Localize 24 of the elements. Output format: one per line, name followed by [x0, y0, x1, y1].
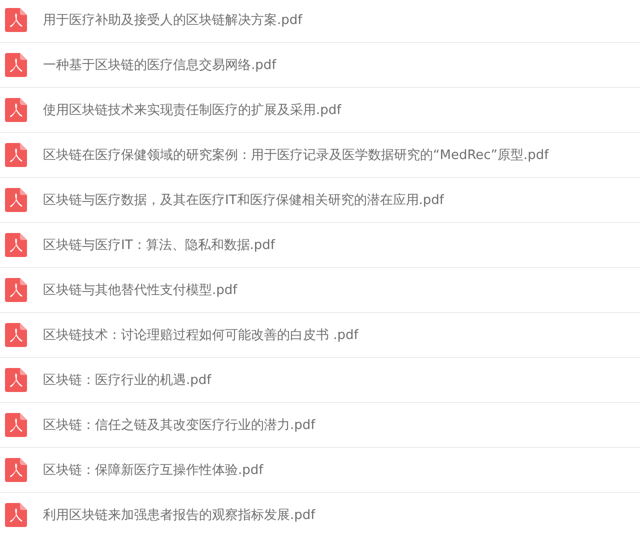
pdf-file-icon — [5, 98, 27, 122]
pdf-file-icon — [5, 53, 27, 77]
file-name[interactable]: 使用区块链技术来实现责任制医疗的扩展及采用.pdf — [43, 101, 342, 119]
file-name[interactable]: 利用区块链来加强患者报告的观察指标发展.pdf — [43, 506, 316, 524]
pdf-file-icon — [5, 188, 27, 212]
pdf-file-icon — [5, 413, 27, 437]
file-name[interactable]: 一种基于区块链的医疗信息交易网络.pdf — [43, 56, 276, 74]
file-name[interactable]: 区块链与医疗数据，及其在医疗IT和医疗保健相关研究的潜在应用.pdf — [43, 191, 444, 209]
pdf-file-icon — [5, 458, 27, 482]
file-name[interactable]: 区块链：信任之链及其改变医疗行业的潜力.pdf — [43, 416, 316, 434]
file-name[interactable]: 用于医疗补助及接受人的区块链解决方案.pdf — [43, 11, 302, 29]
file-name[interactable]: 区块链在医疗保健领域的研究案例：用于医疗记录及医学数据研究的“MedRec”原型.pdf — [43, 146, 549, 164]
file-name[interactable]: 区块链与医疗IT：算法、隐私和数据.pdf — [43, 236, 275, 254]
pdf-file-icon — [5, 8, 27, 32]
pdf-file-icon — [5, 233, 27, 257]
pdf-file-icon — [5, 503, 27, 527]
file-name[interactable]: 区块链：保障新医疗互操作性体验.pdf — [43, 461, 264, 479]
pdf-file-icon — [5, 323, 27, 347]
pdf-file-icon — [5, 278, 27, 302]
file-name[interactable]: 区块链与其他替代性支付模型.pdf — [43, 281, 238, 299]
pdf-file-icon — [5, 143, 27, 167]
pdf-file-icon — [5, 368, 27, 392]
file-name[interactable]: 区块链：医疗行业的机遇.pdf — [43, 371, 212, 389]
file-name[interactable]: 区块链技术：讨论理赔过程如何可能改善的白皮书 .pdf — [43, 326, 358, 344]
